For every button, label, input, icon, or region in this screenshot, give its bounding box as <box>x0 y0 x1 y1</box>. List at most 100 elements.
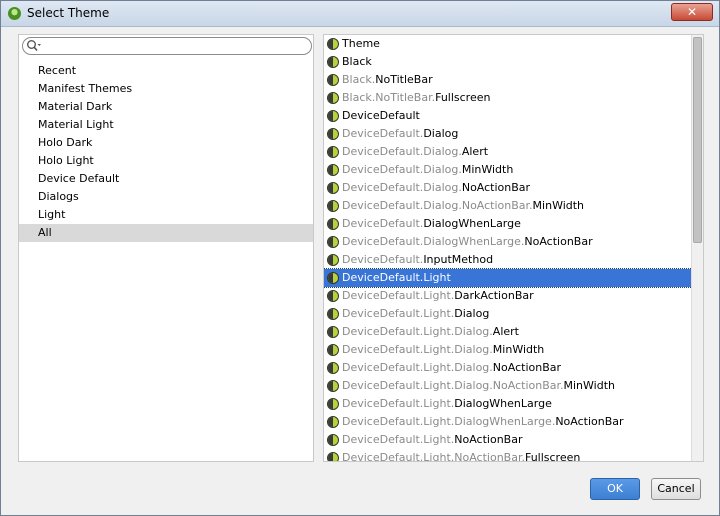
theme-name: DialogWhenLarge <box>454 397 552 410</box>
theme-icon <box>327 110 339 122</box>
theme-prefix: DeviceDefault.Light.DialogWhenLarge. <box>342 415 556 428</box>
category-item[interactable]: Device Default <box>19 170 313 188</box>
category-item[interactable]: Holo Dark <box>19 134 313 152</box>
theme-item[interactable]: Black <box>324 53 692 71</box>
theme-name: MinWidth <box>492 343 545 356</box>
theme-icon <box>327 38 339 50</box>
category-item[interactable]: Dialogs <box>19 188 313 206</box>
theme-prefix: DeviceDefault.Light.Dialog. <box>342 325 493 338</box>
theme-item[interactable]: DeviceDefault.Light.Dialog.Alert <box>324 323 692 341</box>
dialog-title: Select Theme <box>27 6 110 20</box>
theme-name: MinWidth <box>532 199 585 212</box>
theme-name: Alert <box>492 325 519 338</box>
dialog-body: Recent Manifest Themes Material Dark Materi… <box>8 28 712 510</box>
theme-icon <box>327 74 339 86</box>
search-input[interactable] <box>45 39 307 53</box>
category-item[interactable]: Material Dark <box>19 98 313 116</box>
theme-name: NoActionBar <box>454 433 523 446</box>
theme-item[interactable]: Black.NoTitleBar.Fullscreen <box>324 89 692 107</box>
theme-item[interactable]: DeviceDefault.Light.Dialog.NoActionBar <box>324 359 692 377</box>
category-item[interactable]: Holo Light <box>19 152 313 170</box>
theme-prefix: Black. <box>342 73 376 86</box>
category-item[interactable]: Light <box>19 206 313 224</box>
theme-item[interactable]: DeviceDefault.Light.DialogWhenLarge <box>324 395 692 413</box>
theme-icon <box>327 416 339 428</box>
theme-prefix: DeviceDefault.Dialog. <box>342 145 462 158</box>
theme-icon <box>327 308 339 320</box>
theme-name: NoActionBar <box>461 181 531 194</box>
theme-prefix: DeviceDefault. <box>342 253 424 266</box>
theme-item[interactable]: DeviceDefault.Light <box>324 268 693 288</box>
theme-icon <box>327 92 339 104</box>
theme-item[interactable]: DeviceDefault.InputMethod <box>324 251 692 269</box>
category-panel: Recent Manifest Themes Material Dark Materi… <box>18 34 314 462</box>
theme-name: MinWidth <box>461 163 514 176</box>
theme-item[interactable]: DeviceDefault.Light.NoActionBar <box>324 431 692 449</box>
theme-icon <box>327 326 339 338</box>
android-studio-icon <box>8 7 21 20</box>
theme-name: Fullscreen <box>435 91 491 104</box>
theme-icon <box>327 164 339 176</box>
theme-name: Alert <box>461 145 489 158</box>
ok-button[interactable]: OK <box>590 478 640 500</box>
theme-icon <box>327 434 339 446</box>
theme-prefix: DeviceDefault.Light.Dialog.NoActionBar. <box>342 379 564 392</box>
theme-list: Theme Black Black.NoTitleBar Black.NoTitleB… <box>324 35 693 462</box>
theme-prefix: DeviceDefault.Light. <box>342 289 455 302</box>
theme-icon <box>327 362 339 374</box>
theme-item[interactable]: DeviceDefault.Dialog.NoActionBar.MinWidt… <box>324 197 692 215</box>
theme-icon <box>327 290 339 302</box>
theme-icon <box>327 182 339 194</box>
search-field[interactable] <box>22 37 312 55</box>
close-button[interactable]: ✕ <box>671 3 713 21</box>
theme-prefix: DeviceDefault. <box>342 217 424 230</box>
theme-icon <box>327 128 339 140</box>
theme-prefix: DeviceDefault.Light. <box>342 397 455 410</box>
scrollbar-thumb[interactable] <box>693 37 702 243</box>
theme-item[interactable]: DeviceDefault.Light.DarkActionBar <box>324 287 692 305</box>
theme-prefix: DeviceDefault.Light.Dialog. <box>342 361 493 374</box>
category-item[interactable]: Manifest Themes <box>19 80 313 98</box>
theme-name: Fullscreen <box>524 451 581 462</box>
theme-prefix: DeviceDefault.DialogWhenLarge. <box>342 235 525 248</box>
theme-panel: Theme Black Black.NoTitleBar Black.NoTitleB… <box>323 34 704 462</box>
theme-name: NoTitleBar <box>375 73 433 86</box>
theme-name: Dialog <box>454 307 490 320</box>
theme-name: NoActionBar <box>524 235 593 248</box>
theme-item[interactable]: DeviceDefault.Light.Dialog.MinWidth <box>324 341 692 359</box>
title-bar[interactable]: Select Theme ✕ <box>1 1 719 27</box>
theme-name: DeviceDefault <box>342 109 420 122</box>
theme-item[interactable]: Theme <box>324 35 692 53</box>
category-list: Recent Manifest Themes Material Dark Materi… <box>19 62 313 242</box>
category-item[interactable]: Recent <box>19 62 313 80</box>
theme-item[interactable]: Black.NoTitleBar <box>324 71 692 89</box>
category-item[interactable]: All <box>19 224 313 242</box>
theme-list-scrollbar[interactable] <box>691 35 703 461</box>
theme-prefix: DeviceDefault. <box>342 271 424 284</box>
search-icon[interactable] <box>26 39 42 53</box>
theme-prefix: DeviceDefault.Light.NoActionBar. <box>342 451 525 462</box>
theme-item[interactable]: DeviceDefault.Light.Dialog.NoActionBar.M… <box>324 377 692 395</box>
theme-item[interactable]: DeviceDefault.DialogWhenLarge.NoActionBa… <box>324 233 692 251</box>
theme-icon <box>327 452 339 461</box>
theme-prefix: DeviceDefault.Light. <box>342 433 455 446</box>
theme-prefix: DeviceDefault.Dialog. <box>342 163 462 176</box>
theme-item[interactable]: DeviceDefault.Dialog.MinWidth <box>324 161 692 179</box>
theme-item[interactable]: DeviceDefault <box>324 107 692 125</box>
theme-name: NoActionBar <box>492 361 562 374</box>
cancel-button[interactable]: Cancel <box>651 478 701 500</box>
theme-item[interactable]: DeviceDefault.Dialog.Alert <box>324 143 692 161</box>
category-item[interactable]: Material Light <box>19 116 313 134</box>
theme-item[interactable]: DeviceDefault.Light.Dialog <box>324 305 692 323</box>
theme-icon <box>327 146 339 158</box>
theme-item[interactable]: DeviceDefault.DialogWhenLarge <box>324 215 692 233</box>
theme-prefix: DeviceDefault.Light. <box>342 307 455 320</box>
theme-name: MinWidth <box>563 379 615 392</box>
theme-name: Light <box>423 271 451 284</box>
theme-item[interactable]: DeviceDefault.Dialog <box>324 125 692 143</box>
theme-item[interactable]: DeviceDefault.Light.DialogWhenLarge.NoAc… <box>324 413 692 431</box>
theme-item[interactable]: DeviceDefault.Dialog.NoActionBar <box>324 179 692 197</box>
theme-item[interactable]: DeviceDefault.Light.NoActionBar.Fullscre… <box>324 449 692 462</box>
theme-name: InputMethod <box>423 253 494 266</box>
theme-prefix: DeviceDefault. <box>342 127 424 140</box>
